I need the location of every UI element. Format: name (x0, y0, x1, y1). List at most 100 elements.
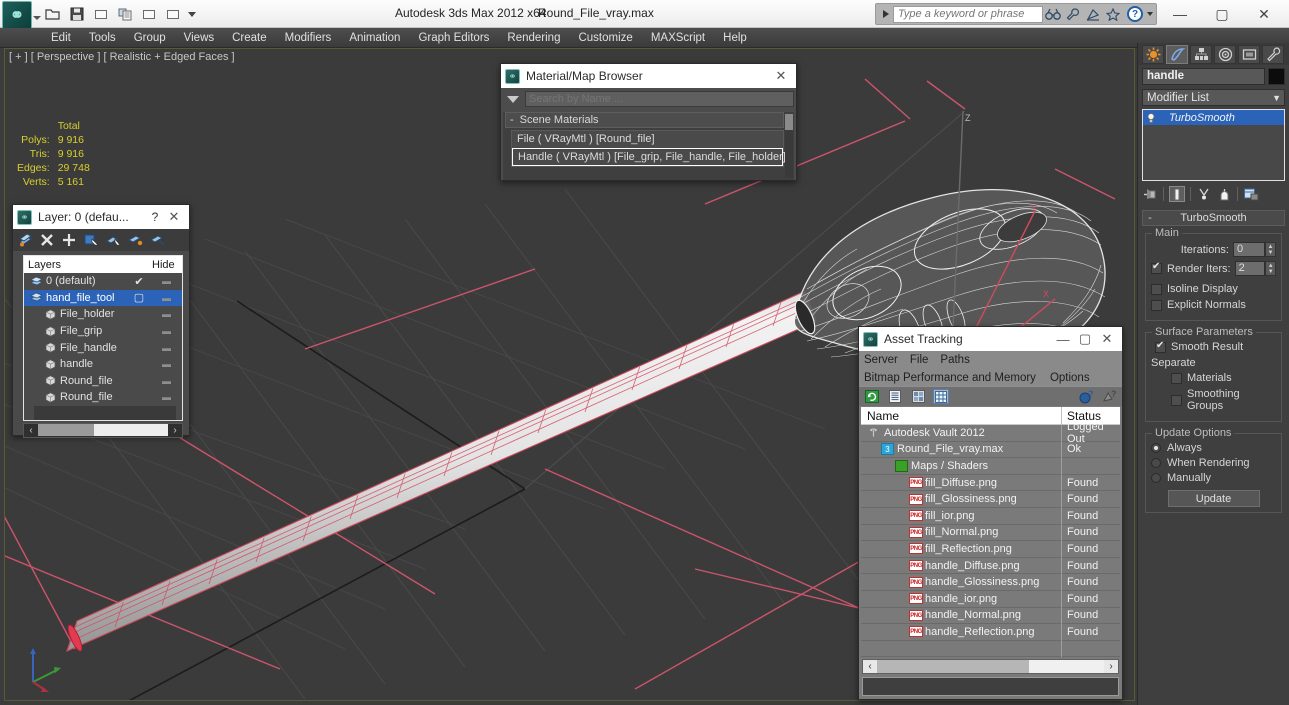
layer-manager-dialog[interactable]: ⚭ Layer: 0 (defau... ? ✕ Layers Hide 0 (… (12, 204, 190, 438)
asset-horizontal-scrollbar[interactable]: ‹ › (862, 659, 1119, 675)
turbosmooth-rollout-header[interactable]: - TurboSmooth (1142, 210, 1285, 226)
create-tab[interactable] (1142, 44, 1164, 64)
configure-modifier-sets-icon[interactable] (1243, 186, 1259, 202)
asset-table[interactable]: Name Status Autodesk Vault 2012 Logged Ou… (861, 406, 1120, 658)
asset-tracking-menu-row-2[interactable]: Bitmap Performance and Memory Options (859, 369, 1122, 386)
asset-row[interactable]: PNG handle_ior.png Found (861, 590, 1120, 608)
menu-item-graph-editors[interactable]: Graph Editors (409, 28, 498, 48)
hide-unhide-layer-icon[interactable] (149, 232, 165, 248)
layer-row[interactable]: Round_file ▬ (24, 373, 182, 390)
asset-row[interactable]: PNG fill_Reflection.png Found (861, 540, 1120, 558)
scroll-thumb[interactable] (877, 660, 1029, 674)
help-vault-icon[interactable]: ? (1078, 389, 1094, 404)
layer-hide-toggle[interactable]: ▬ (150, 376, 182, 386)
menu-item-rendering[interactable]: Rendering (498, 28, 569, 48)
group-collapse-icon[interactable]: - (510, 114, 514, 126)
scroll-right-icon[interactable]: › (168, 425, 182, 436)
iterations-spinner[interactable]: ▲ ▼ (1265, 242, 1276, 257)
material-list-item[interactable]: File ( VRayMtl ) [Round_file] (512, 131, 783, 148)
separate-smoothing-groups-checkbox[interactable] (1171, 394, 1182, 406)
layer-horizontal-scrollbar[interactable]: ‹ › (23, 422, 183, 438)
hierarchy-tab[interactable] (1190, 44, 1212, 64)
layer-current-toggle[interactable]: ✔ (128, 275, 150, 288)
layer-hide-toggle[interactable]: ▬ (150, 392, 182, 402)
communication-center-icon[interactable] (1083, 4, 1103, 24)
menu-item-edit[interactable]: Edit (42, 28, 80, 48)
scroll-left-icon[interactable]: ‹ (24, 425, 38, 436)
show-end-result-icon[interactable] (1169, 186, 1185, 202)
rollout-collapse-icon[interactable]: - (1143, 212, 1157, 224)
layer-hide-toggle[interactable]: ▬ (150, 309, 182, 319)
favorites-star-icon[interactable] (1103, 4, 1123, 24)
open-file-icon[interactable] (42, 4, 63, 25)
modify-tab[interactable] (1166, 44, 1188, 64)
update-option-radio[interactable] (1151, 443, 1161, 453)
create-new-layer-icon[interactable] (17, 232, 33, 248)
render-iters-checkbox[interactable] (1151, 261, 1162, 274)
asset-row[interactable]: PNG handle_Diffuse.png Found (861, 557, 1120, 575)
render-iters-spinner[interactable]: ▲ ▼ (1265, 261, 1276, 276)
asset-row[interactable]: PNG fill_ior.png Found (861, 507, 1120, 525)
asset-tracking-title-bar[interactable]: ⚭ Asset Tracking — ▢ ✕ (859, 327, 1122, 351)
update-option-row[interactable]: Always (1151, 442, 1276, 454)
scene-materials-group-header[interactable]: - Scene Materials (505, 112, 784, 128)
grid-view-icon[interactable] (933, 389, 949, 404)
undo-icon[interactable] (90, 4, 111, 25)
menu-item-help[interactable]: Help (714, 28, 756, 48)
layer-row[interactable]: handle ▬ (24, 356, 182, 373)
minimize-button[interactable]: — (1159, 0, 1201, 28)
select-objects-in-layer-icon[interactable] (83, 232, 99, 248)
scroll-left-icon[interactable]: ‹ (863, 661, 877, 672)
scroll-thumb[interactable] (38, 424, 94, 437)
select-highlighted-objects-icon[interactable] (105, 232, 121, 248)
material-map-browser-dialog[interactable]: ⚭ Material/Map Browser ✕ - Scene Materia… (500, 63, 797, 181)
smooth-result-checkbox[interactable] (1155, 340, 1166, 353)
material-browser-close-icon[interactable]: ✕ (770, 68, 792, 84)
refresh-icon[interactable] (864, 389, 880, 404)
set-key-icon[interactable] (162, 4, 183, 25)
render-iters-field[interactable]: 2 (1234, 261, 1266, 276)
max-app-logo-icon[interactable]: ⚭ (2, 1, 32, 31)
help-icon[interactable]: ? (1127, 6, 1143, 22)
material-search-input[interactable] (525, 91, 794, 107)
layer-row[interactable]: hand_file_tool ▢ ▬ (24, 289, 182, 307)
asset-tracking-menu-row-1[interactable]: Server File Paths (859, 351, 1122, 369)
redo-icon[interactable] (114, 4, 135, 25)
asset-tracking-close-icon[interactable]: ✕ (1096, 331, 1118, 347)
delete-layer-icon[interactable] (39, 232, 55, 248)
search-options-caret-icon[interactable] (507, 95, 519, 103)
viewport-label[interactable]: [ + ] [ Perspective ] [ Realistic + Edge… (9, 51, 235, 63)
separate-materials-checkbox[interactable] (1171, 372, 1182, 384)
update-options-radios[interactable]: Always When Rendering Manually (1151, 442, 1276, 484)
save-file-icon[interactable] (66, 4, 87, 25)
layer-dialog-close-icon[interactable]: ✕ (163, 209, 185, 225)
pin-stack-icon[interactable] (1142, 186, 1158, 202)
menu-item-tools[interactable]: Tools (80, 28, 125, 48)
new-scene-icon[interactable] (138, 4, 159, 25)
asset-row[interactable]: PNG fill_Diffuse.png Found (861, 474, 1120, 492)
asset-menu-item-file[interactable]: File (910, 354, 929, 366)
asset-row[interactable]: 3 Round_File_vray.max Ok (861, 441, 1120, 459)
search-binoculars-icon[interactable] (1043, 4, 1063, 24)
asset-row[interactable]: Autodesk Vault 2012 Logged Out (861, 421, 1120, 445)
asset-tracking-maximize-icon[interactable]: ▢ (1074, 331, 1096, 347)
isoline-display-row[interactable]: Isoline Display (1151, 283, 1276, 295)
subscription-wrench-icon[interactable] (1063, 4, 1083, 24)
layer-row[interactable]: Round_file ▬ (24, 389, 182, 406)
utilities-tab[interactable] (1262, 44, 1284, 64)
motion-tab[interactable] (1214, 44, 1236, 64)
scroll-track[interactable] (38, 424, 168, 437)
menu-item-views[interactable]: Views (175, 28, 223, 48)
display-tab[interactable] (1238, 44, 1260, 64)
layer-row[interactable]: File_grip ▬ (24, 323, 182, 340)
material-list-item[interactable]: Handle ( VRayMtl ) [File_grip, File_hand… (512, 148, 786, 166)
update-button[interactable]: Update (1167, 490, 1260, 507)
search-input[interactable] (893, 5, 1043, 23)
menu-item-maxscript[interactable]: MAXScript (642, 28, 714, 48)
add-selection-to-layer-icon[interactable] (61, 232, 77, 248)
scene-materials-list[interactable]: File ( VRayMtl ) [Round_file] Handle ( VR… (511, 130, 786, 167)
thumbnail-view-icon[interactable] (910, 389, 926, 404)
layer-hide-toggle[interactable]: ▬ (150, 293, 182, 303)
explicit-normals-checkbox[interactable] (1151, 299, 1162, 311)
separate-materials-row[interactable]: Materials (1151, 372, 1276, 384)
